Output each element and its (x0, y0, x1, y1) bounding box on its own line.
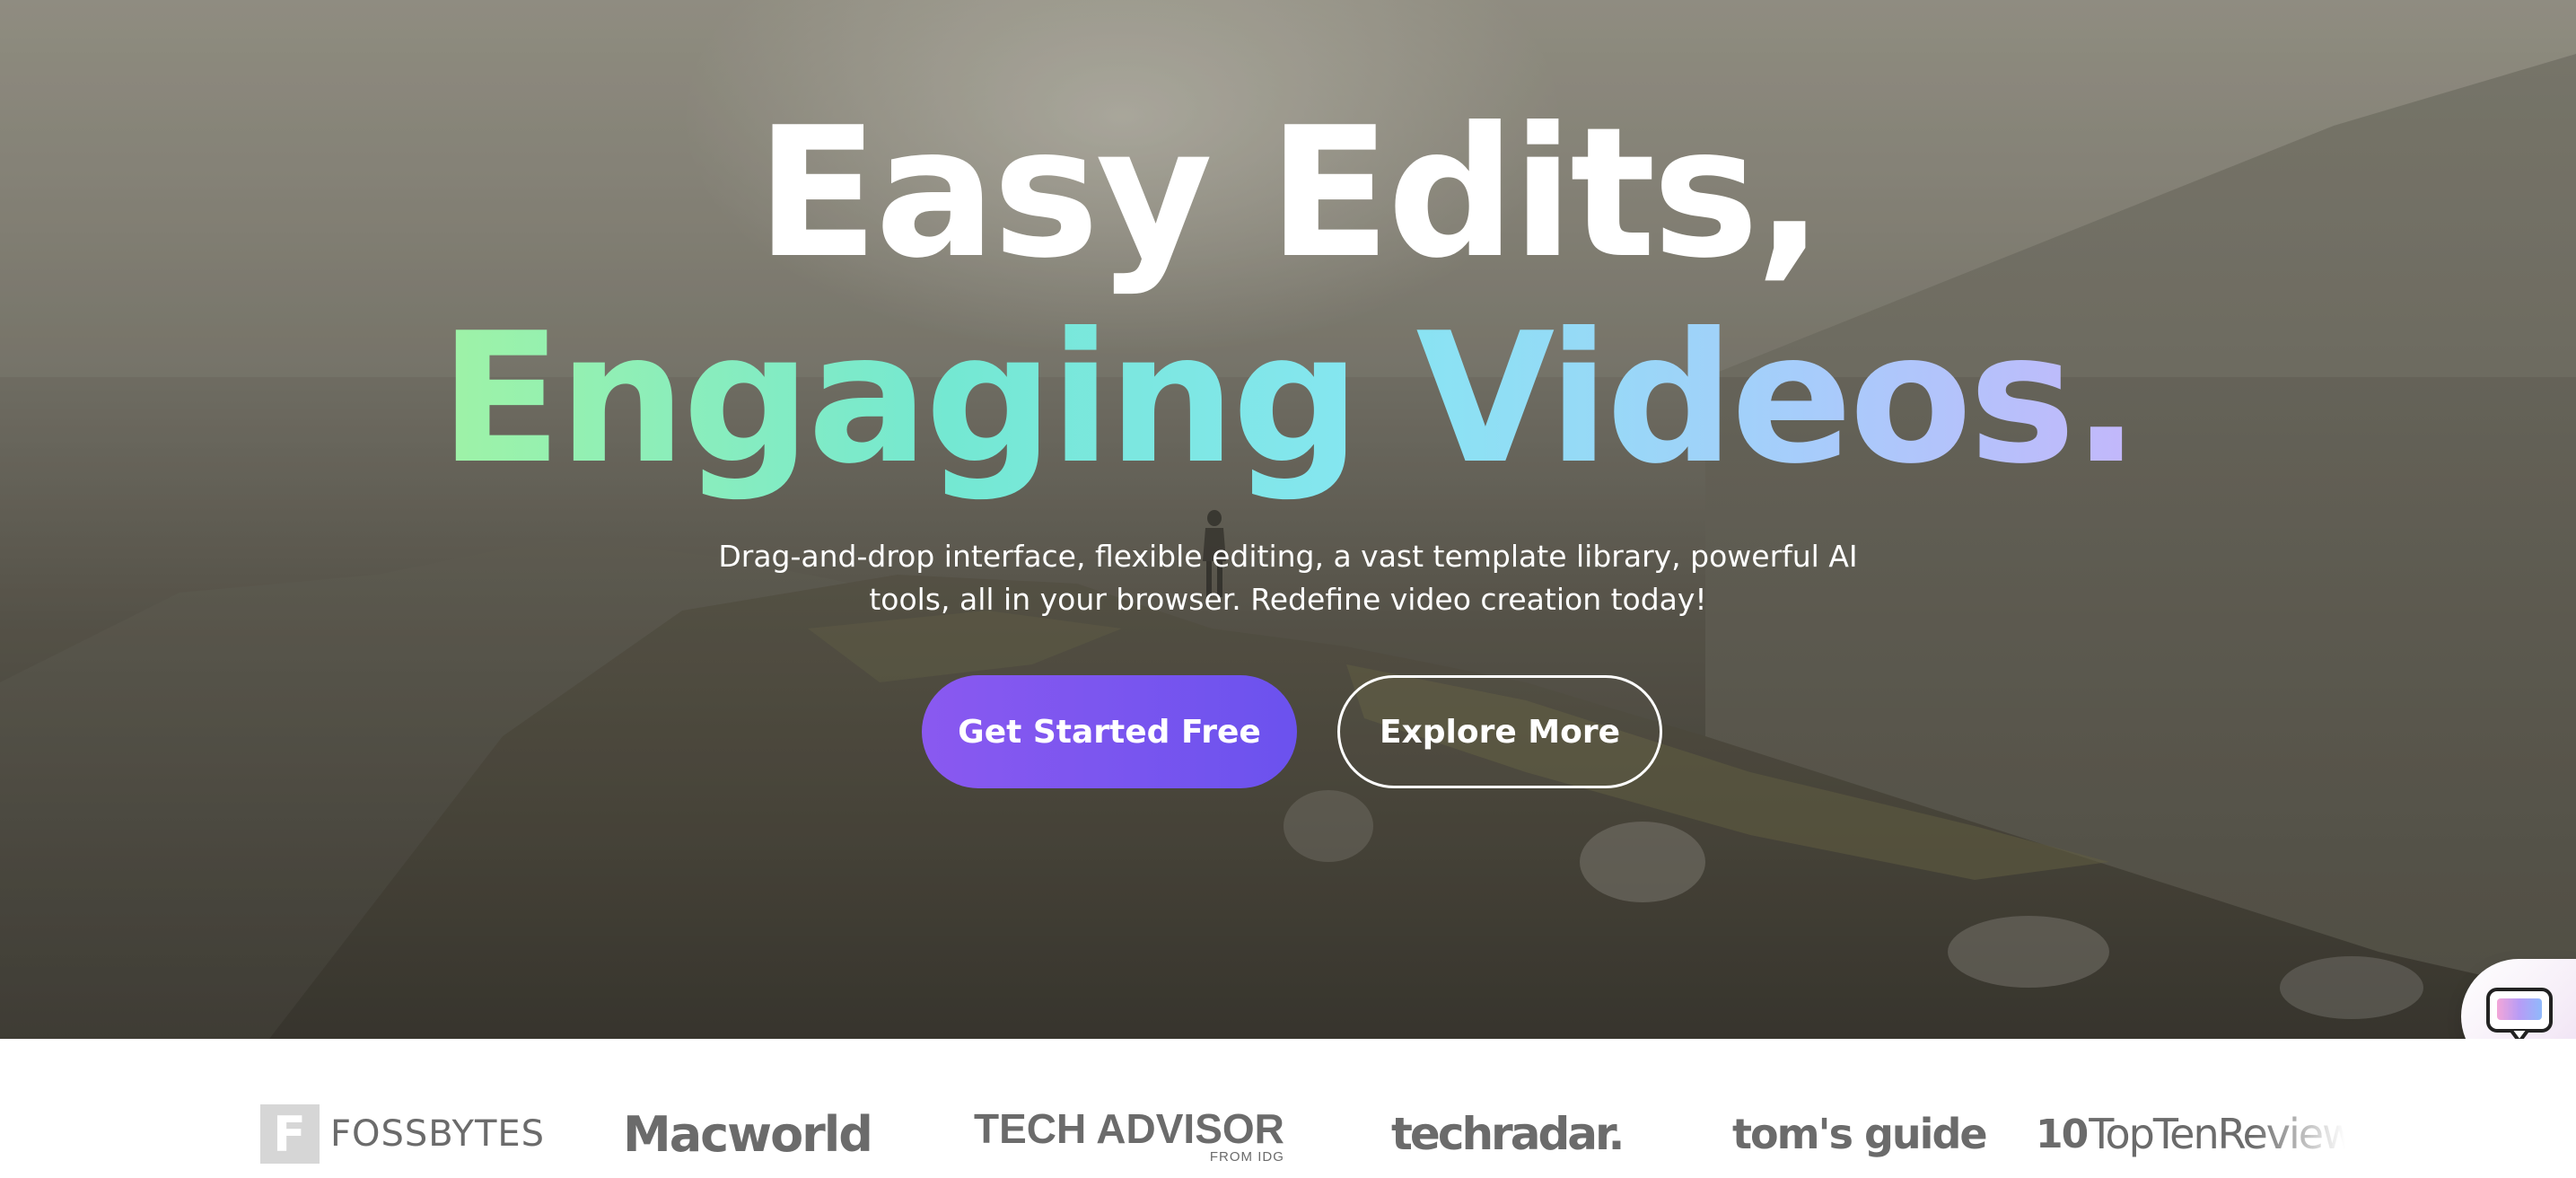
headline-line-1: Easy Edits, (756, 89, 1824, 298)
macworld-logo: Macworld (623, 1103, 873, 1165)
techadvisor-logo: TECH ADVISOR FROM IDG (974, 1103, 1284, 1165)
explore-more-button[interactable]: Explore More (1337, 675, 1662, 788)
toptenreviews-wordmark: TopTenReviews (2089, 1110, 2345, 1158)
get-started-free-label: Get Started Free (958, 713, 1261, 751)
toptenreviews-mark: 10 (2036, 1111, 2089, 1157)
fossbytes-mark: F (260, 1104, 320, 1164)
get-started-free-button[interactable]: Get Started Free (922, 675, 1297, 788)
fossbytes-logo: F FOSSBYTES (260, 1103, 545, 1165)
tomsguide-wordmark: tom's guide (1732, 1110, 1988, 1158)
tomsguide-logo: tom's guide (1732, 1103, 1988, 1165)
chat-bubble-icon (2486, 988, 2553, 1043)
techradar-wordmark: techradar. (1391, 1108, 1625, 1160)
hero-section: Easy Edits, Engaging Videos. Drag-and-dr… (0, 0, 2576, 1039)
headline-gradient-text: Engaging Videos. (439, 294, 2140, 504)
fossbytes-wordmark: FOSSBYTES (330, 1113, 546, 1155)
techradar-logo: techradar. (1391, 1103, 1625, 1165)
explore-more-label: Explore More (1379, 713, 1621, 751)
techadvisor-sub: FROM IDG (1209, 1148, 1284, 1165)
techadvisor-wordmark: TECH ADVISOR (974, 1104, 1284, 1152)
macworld-wordmark: Macworld (623, 1105, 873, 1163)
toptenreviews-logo: 10 TopTenReviews (2036, 1103, 2345, 1165)
headline-line-2: Engaging Videos. (0, 292, 2576, 507)
hero-subtitle: Drag-and-drop interface, flexible editin… (718, 539, 1858, 617)
